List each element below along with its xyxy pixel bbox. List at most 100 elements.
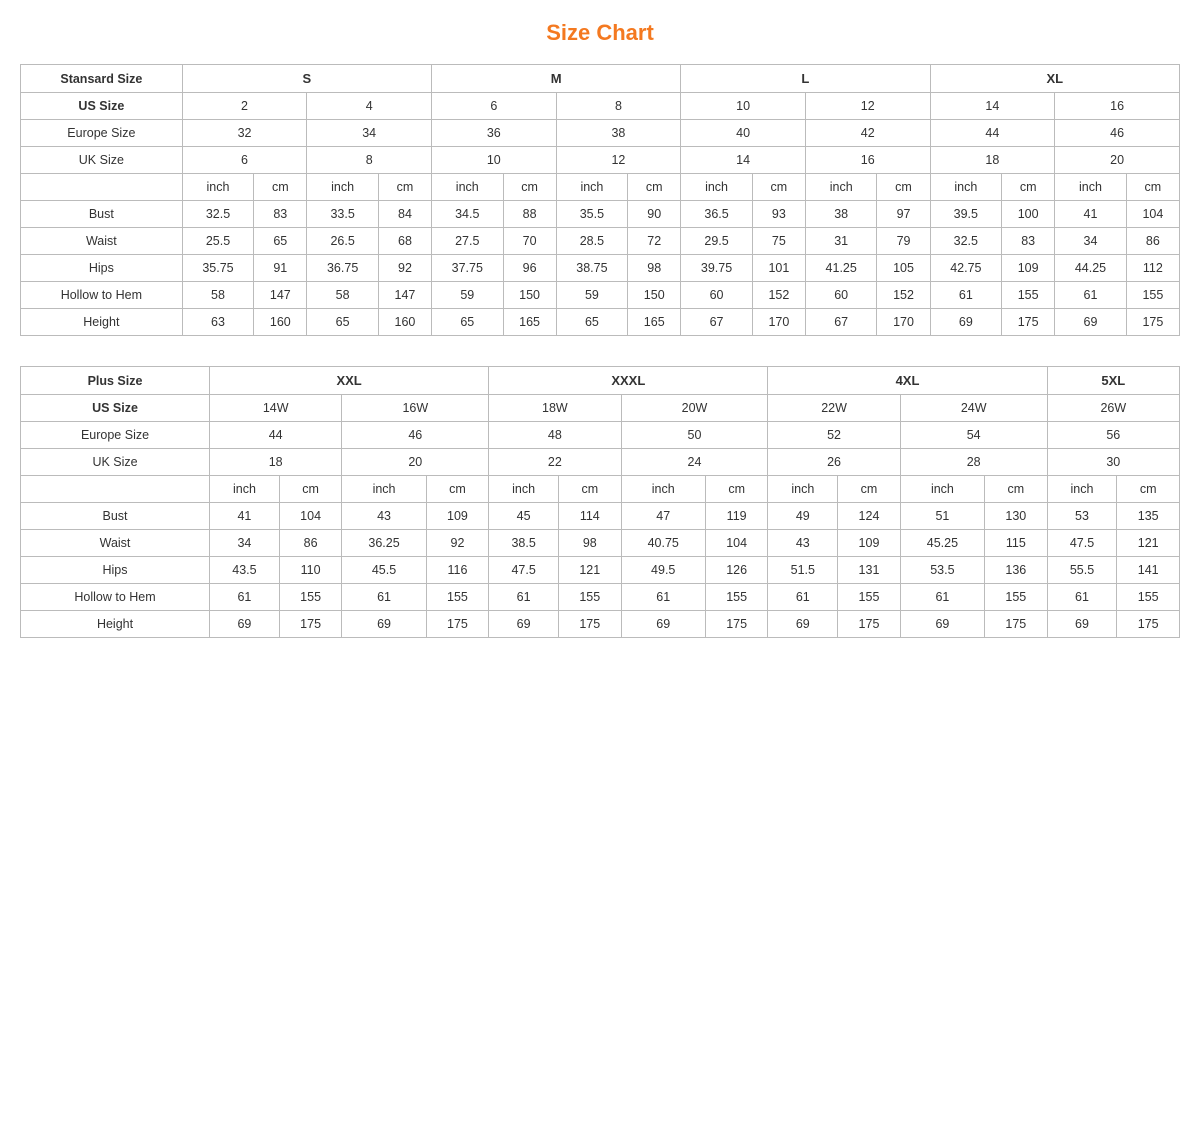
cell-value: 119 — [705, 503, 768, 530]
xxxl-group-header: XXXL — [489, 367, 768, 395]
xxl-group-header: XXL — [210, 367, 489, 395]
cell-value: 83 — [1002, 228, 1055, 255]
cell-value: 98 — [559, 530, 622, 557]
cell-value: 39.75 — [681, 255, 753, 282]
plus-us-16w: 16W — [342, 395, 489, 422]
cell-value: 155 — [1126, 282, 1179, 309]
standard-size-table: Stansard Size S M L XL US Size 2 4 6 8 1… — [20, 64, 1180, 336]
cell-value: 36.25 — [342, 530, 426, 557]
cell-value: 121 — [1117, 530, 1180, 557]
cell-value: 51 — [900, 503, 984, 530]
cell-value: 69 — [930, 309, 1002, 336]
cell-value: 160 — [378, 309, 431, 336]
us-size-label: US Size — [21, 93, 183, 120]
plus-eu-54: 54 — [900, 422, 1047, 449]
eu-38: 38 — [556, 120, 681, 147]
cell-value: 147 — [254, 282, 307, 309]
s-group-header: S — [182, 65, 431, 93]
plus-unit-cm-3: cm — [559, 476, 622, 503]
table-row: Waist25.56526.56827.57028.57229.57531793… — [21, 228, 1180, 255]
cell-value: 136 — [985, 557, 1048, 584]
plus-unit-inch-5: inch — [768, 476, 838, 503]
cell-value: 42.75 — [930, 255, 1002, 282]
plus-unit-cm-5: cm — [838, 476, 901, 503]
cell-value: 109 — [1002, 255, 1055, 282]
cell-value: 33.5 — [307, 201, 379, 228]
cell-value: 61 — [489, 584, 559, 611]
cell-value: 45.5 — [342, 557, 426, 584]
cell-value: 40.75 — [621, 530, 705, 557]
cell-value: 69 — [621, 611, 705, 638]
table-row: Hollow to Hem581475814759150591506015260… — [21, 282, 1180, 309]
cell-value: 59 — [556, 282, 628, 309]
cell-value: 31 — [805, 228, 877, 255]
plus-unit-inch-6: inch — [900, 476, 984, 503]
cell-value: 84 — [378, 201, 431, 228]
cell-value: 152 — [752, 282, 805, 309]
uk-20: 20 — [1055, 147, 1180, 174]
cell-value: 67 — [681, 309, 753, 336]
row-label: Height — [21, 611, 210, 638]
eu-42: 42 — [805, 120, 930, 147]
plus-eu-48: 48 — [489, 422, 621, 449]
cell-value: 152 — [877, 282, 930, 309]
unit-cm-1: cm — [254, 174, 307, 201]
unit-cm-5: cm — [752, 174, 805, 201]
cell-value: 38 — [805, 201, 877, 228]
cell-value: 175 — [985, 611, 1048, 638]
cell-value: 65 — [431, 309, 503, 336]
cell-value: 104 — [279, 503, 342, 530]
unit-inch-6: inch — [805, 174, 877, 201]
plus-eu-50: 50 — [621, 422, 768, 449]
plus-us-18w: 18W — [489, 395, 621, 422]
cell-value: 170 — [877, 309, 930, 336]
xl-group-header: XL — [930, 65, 1179, 93]
cell-value: 43.5 — [210, 557, 280, 584]
row-label: Hollow to Hem — [21, 282, 183, 309]
cell-value: 83 — [254, 201, 307, 228]
unit-inch-1: inch — [182, 174, 254, 201]
cell-value: 175 — [1002, 309, 1055, 336]
standard-size-table-wrapper: Stansard Size S M L XL US Size 2 4 6 8 1… — [20, 64, 1180, 336]
uk-14: 14 — [681, 147, 806, 174]
cell-value: 155 — [985, 584, 1048, 611]
plus-eu-52: 52 — [768, 422, 900, 449]
cell-value: 88 — [503, 201, 556, 228]
cell-value: 65 — [307, 309, 379, 336]
cell-value: 110 — [279, 557, 342, 584]
cell-value: 53.5 — [900, 557, 984, 584]
plus-unit-cm-6: cm — [985, 476, 1048, 503]
plus-uk-20: 20 — [342, 449, 489, 476]
cell-value: 72 — [628, 228, 681, 255]
us-6: 6 — [431, 93, 556, 120]
cell-value: 92 — [378, 255, 431, 282]
cell-value: 150 — [503, 282, 556, 309]
plus-uk-26: 26 — [768, 449, 900, 476]
cell-value: 131 — [838, 557, 901, 584]
cell-value: 115 — [985, 530, 1048, 557]
plus-uk-22: 22 — [489, 449, 621, 476]
cell-value: 165 — [503, 309, 556, 336]
table-row: Hips35.759136.759237.759638.759839.75101… — [21, 255, 1180, 282]
row-label: Waist — [21, 228, 183, 255]
cell-value: 49.5 — [621, 557, 705, 584]
unit-inch-8: inch — [1055, 174, 1127, 201]
cell-value: 100 — [1002, 201, 1055, 228]
plus-eu-44: 44 — [210, 422, 342, 449]
cell-value: 61 — [930, 282, 1002, 309]
plus-us-20w: 20W — [621, 395, 768, 422]
cell-value: 41.25 — [805, 255, 877, 282]
cell-value: 69 — [900, 611, 984, 638]
row-label: Hollow to Hem — [21, 584, 210, 611]
plus-uk-28: 28 — [900, 449, 1047, 476]
cell-value: 29.5 — [681, 228, 753, 255]
cell-value: 155 — [838, 584, 901, 611]
m-group-header: M — [431, 65, 680, 93]
plus-unit-inch-3: inch — [489, 476, 559, 503]
cell-value: 34.5 — [431, 201, 503, 228]
cell-value: 67 — [805, 309, 877, 336]
cell-value: 53 — [1047, 503, 1117, 530]
cell-value: 32.5 — [182, 201, 254, 228]
cell-value: 116 — [426, 557, 489, 584]
cell-value: 175 — [426, 611, 489, 638]
